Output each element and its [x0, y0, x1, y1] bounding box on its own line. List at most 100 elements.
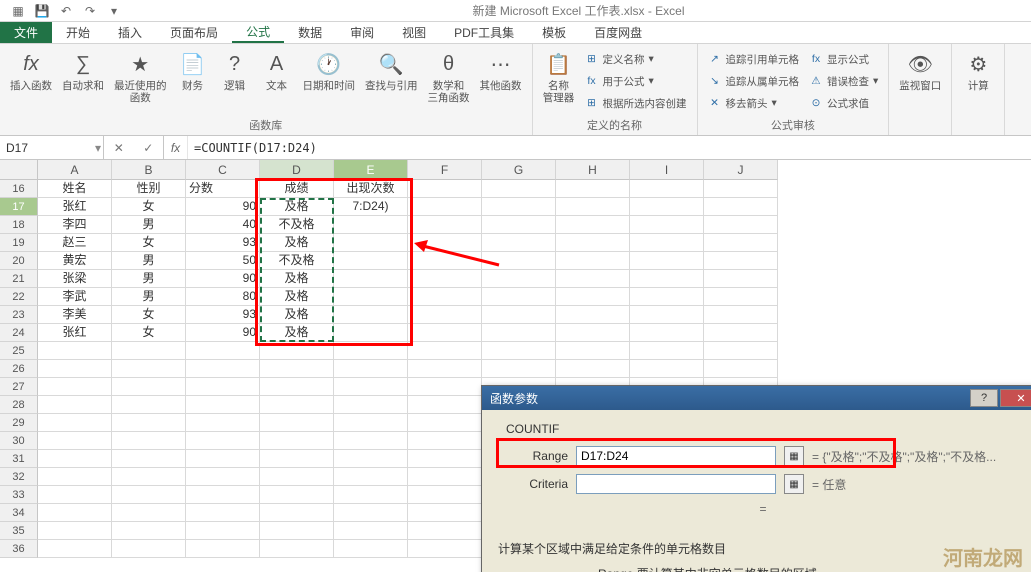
tab-formulas[interactable]: 公式	[232, 22, 284, 43]
cell-A27[interactable]	[38, 378, 112, 396]
cell-B35[interactable]	[112, 522, 186, 540]
cell-C18[interactable]: 40	[186, 216, 260, 234]
cell-G21[interactable]	[482, 270, 556, 288]
eval-formula-button[interactable]: ⊙公式求值	[805, 92, 882, 114]
row-header-17[interactable]: 17	[0, 198, 38, 216]
watch-window-button[interactable]: 👁监视窗口	[895, 46, 945, 94]
cell-E33[interactable]	[334, 486, 408, 504]
row-header-23[interactable]: 23	[0, 306, 38, 324]
tab-home[interactable]: 开始	[52, 22, 104, 43]
cell-I21[interactable]	[630, 270, 704, 288]
cell-H16[interactable]	[556, 180, 630, 198]
tab-pdf[interactable]: PDF工具集	[440, 22, 528, 43]
col-header-J[interactable]: J	[704, 160, 778, 180]
cell-C32[interactable]	[186, 468, 260, 486]
cell-J17[interactable]	[704, 198, 778, 216]
cell-B33[interactable]	[112, 486, 186, 504]
fx-icon[interactable]: fx	[164, 136, 188, 159]
cell-H24[interactable]	[556, 324, 630, 342]
cell-F20[interactable]	[408, 252, 482, 270]
row-header-28[interactable]: 28	[0, 396, 38, 414]
cell-B31[interactable]	[112, 450, 186, 468]
row-header-30[interactable]: 30	[0, 432, 38, 450]
cell-A31[interactable]	[38, 450, 112, 468]
cell-I16[interactable]	[630, 180, 704, 198]
col-header-H[interactable]: H	[556, 160, 630, 180]
cell-F32[interactable]	[408, 468, 482, 486]
cell-B22[interactable]: 男	[112, 288, 186, 306]
cell-A34[interactable]	[38, 504, 112, 522]
cell-H26[interactable]	[556, 360, 630, 378]
cell-E22[interactable]	[334, 288, 408, 306]
cell-D22[interactable]: 及格	[260, 288, 334, 306]
cell-B23[interactable]: 女	[112, 306, 186, 324]
cell-B27[interactable]	[112, 378, 186, 396]
cell-D16[interactable]: 成绩	[260, 180, 334, 198]
cell-D34[interactable]	[260, 504, 334, 522]
dialog-help-button[interactable]: ?	[970, 389, 998, 407]
cell-C35[interactable]	[186, 522, 260, 540]
row-header-22[interactable]: 22	[0, 288, 38, 306]
cell-E34[interactable]	[334, 504, 408, 522]
cell-C34[interactable]	[186, 504, 260, 522]
tab-review[interactable]: 审阅	[336, 22, 388, 43]
spreadsheet-grid[interactable]: ABCDEFGHIJ 16171819202122232425262728293…	[0, 160, 1031, 572]
cell-C17[interactable]: 90	[186, 198, 260, 216]
col-header-A[interactable]: A	[38, 160, 112, 180]
cell-E35[interactable]	[334, 522, 408, 540]
cell-A17[interactable]: 张红	[38, 198, 112, 216]
tab-baidu[interactable]: 百度网盘	[580, 22, 656, 43]
redo-icon[interactable]: ↷	[78, 1, 102, 21]
cell-H25[interactable]	[556, 342, 630, 360]
cell-D21[interactable]: 及格	[260, 270, 334, 288]
cell-E21[interactable]	[334, 270, 408, 288]
cell-A23[interactable]: 李美	[38, 306, 112, 324]
cell-F35[interactable]	[408, 522, 482, 540]
tab-view[interactable]: 视图	[388, 22, 440, 43]
cell-D28[interactable]	[260, 396, 334, 414]
col-header-E[interactable]: E	[334, 160, 408, 180]
cell-D17[interactable]: 及格	[260, 198, 334, 216]
cell-F29[interactable]	[408, 414, 482, 432]
cell-G25[interactable]	[482, 342, 556, 360]
row-header-36[interactable]: 36	[0, 540, 38, 558]
row-header-21[interactable]: 21	[0, 270, 38, 288]
cell-G22[interactable]	[482, 288, 556, 306]
cell-D20[interactable]: 不及格	[260, 252, 334, 270]
cell-E30[interactable]	[334, 432, 408, 450]
cell-D36[interactable]	[260, 540, 334, 558]
col-header-B[interactable]: B	[112, 160, 186, 180]
col-header-C[interactable]: C	[186, 160, 260, 180]
row-header-26[interactable]: 26	[0, 360, 38, 378]
cell-F19[interactable]	[408, 234, 482, 252]
cell-C16[interactable]: 分数	[186, 180, 260, 198]
row-header-31[interactable]: 31	[0, 450, 38, 468]
cell-G23[interactable]	[482, 306, 556, 324]
trace-prec-button[interactable]: ↗追踪引用单元格	[704, 48, 804, 70]
cell-D19[interactable]: 及格	[260, 234, 334, 252]
cell-A28[interactable]	[38, 396, 112, 414]
error-check-button[interactable]: ⚠错误检查 ▾	[805, 70, 882, 92]
cell-E26[interactable]	[334, 360, 408, 378]
col-header-G[interactable]: G	[482, 160, 556, 180]
row-header-32[interactable]: 32	[0, 468, 38, 486]
cell-F30[interactable]	[408, 432, 482, 450]
show-formula-button[interactable]: fx显示公式	[805, 48, 882, 70]
name-manager-button[interactable]: 📋名称 管理器	[539, 46, 579, 106]
lookup-button[interactable]: 🔍查找与引用	[361, 46, 422, 94]
cell-F21[interactable]	[408, 270, 482, 288]
cell-F31[interactable]	[408, 450, 482, 468]
cell-B28[interactable]	[112, 396, 186, 414]
cell-E29[interactable]	[334, 414, 408, 432]
recent-fn-button[interactable]: ★最近使用的 函数	[110, 46, 171, 106]
cell-C23[interactable]: 93	[186, 306, 260, 324]
namebox-dropdown-icon[interactable]: ▾	[95, 141, 101, 155]
cell-D31[interactable]	[260, 450, 334, 468]
cell-A35[interactable]	[38, 522, 112, 540]
row-header-18[interactable]: 18	[0, 216, 38, 234]
cell-J16[interactable]	[704, 180, 778, 198]
cell-D30[interactable]	[260, 432, 334, 450]
cell-F26[interactable]	[408, 360, 482, 378]
cell-B18[interactable]: 男	[112, 216, 186, 234]
cell-J22[interactable]	[704, 288, 778, 306]
